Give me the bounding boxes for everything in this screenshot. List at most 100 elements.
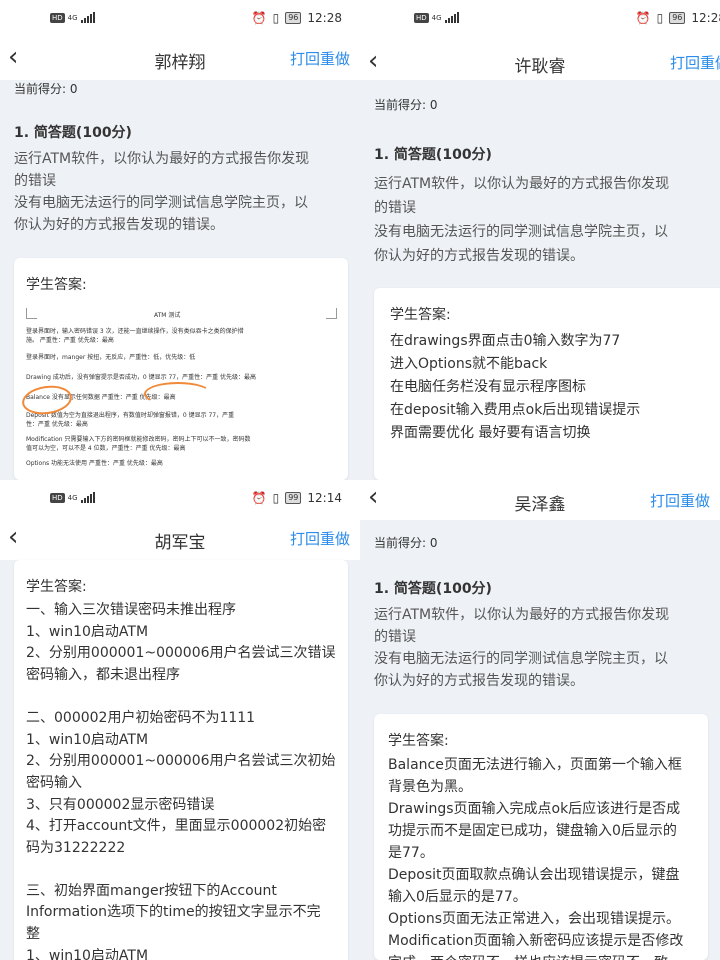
network-type: 4G xyxy=(431,13,442,22)
answer-line: 3、只有000002显示密码错误 xyxy=(26,796,215,813)
redo-button[interactable]: 打回重做 xyxy=(290,48,350,69)
current-score: 当前得分: 0 xyxy=(14,82,78,96)
doc-line: 施。 严重性：严重 优先级：最高 xyxy=(26,337,114,344)
answer-line: 是77。 xyxy=(388,845,434,861)
signal-icon xyxy=(444,12,459,23)
alarm-icon: ⏰ xyxy=(635,11,651,25)
answer-line: Deposit页面取款点确认会出现错误提示，键盘 xyxy=(388,867,680,883)
answer-line: 2、分别用000001~000006用户名尝试三次初始 xyxy=(26,753,336,770)
battery-icon: 99 xyxy=(285,492,302,504)
signal-icon xyxy=(80,492,95,503)
answer-card: 学生答案: ATM 测试 登录界面时，输入密码错误 3 次，还能一直继续操作，没… xyxy=(14,258,348,480)
answer-line: 一、输入三次错误密码未推出程序 xyxy=(26,602,236,618)
answer-line: Drawings页面输入完成点ok后应该进行是否成 xyxy=(388,801,681,817)
answer-line: 4、打开account文件，里面显示000002初始密 xyxy=(26,818,327,835)
answer-text: 一、输入三次错误密码未推出程序 1、win10启动ATM 2、分别用000001… xyxy=(26,600,336,960)
answer-line: 1、win10启动ATM xyxy=(26,947,149,960)
answer-card: 学生答案: 在drawings界面点击0输入数字为77 进入Options就不能… xyxy=(374,288,720,480)
answer-line: 界面需要优化 最好要有语言切换 xyxy=(390,425,591,441)
screenshot-panel-3: HD 4G ⏰ ▯ 99 12:14 ‹ 胡军宝 打回重做 学生答案: 一、输入… xyxy=(0,480,360,960)
hd-icon: HD xyxy=(50,492,65,503)
answer-line: 2、分别用000001~000006用户名尝试三次错误 xyxy=(26,645,336,662)
answer-line: Information选项下的time的按钮文字显示不完 xyxy=(26,904,321,921)
handwritten-arc xyxy=(144,382,212,406)
doc-title: ATM 测试 xyxy=(154,312,181,319)
doc-line: Deposit 数值为空为直接退出程序，有数值时却弹窗报错，0 键显示 77，严… xyxy=(26,412,235,419)
answer-text: Balance页面无法进行输入，页面第一个输入框 背景色为黑。 Drawings… xyxy=(388,754,683,960)
answer-line: 三、初始界面manger按钮下的Account xyxy=(26,882,277,899)
doc-line: 值可以为空，可以不是 4 位数，严重性：严重 优先级：最高 xyxy=(26,445,186,452)
question-text: 运行ATM软件，以你认为最好的方式报告你发现 的错误 没有电脑无法运行的同学测试… xyxy=(374,176,670,264)
vibrate-icon: ▯ xyxy=(656,11,664,25)
answer-line: 进入Options就不能back xyxy=(390,356,548,372)
status-bar: HD 4G ⏰ ▯ 96 12:28 xyxy=(0,0,360,38)
corner-mark xyxy=(326,308,337,319)
vibrate-icon: ▯ xyxy=(272,491,280,505)
answer-line: Modification页面输入新密码应该提示是否修改 xyxy=(388,933,684,949)
alarm-icon: ⏰ xyxy=(251,11,267,25)
question-title: 1. 简答题(100分) xyxy=(14,125,132,141)
battery-icon: 96 xyxy=(285,12,302,24)
network-type: 4G xyxy=(67,493,78,502)
status-bar: HD 4G ⏰ ▯ 96 12:28 xyxy=(360,0,720,38)
question-title: 1. 简答题(100分) xyxy=(374,581,492,597)
status-bar: HD 4G ⏰ ▯ 99 12:14 xyxy=(0,480,360,518)
answer-line: 1、win10启动ATM xyxy=(26,731,149,748)
nav-bar: ‹ 吴泽鑫 打回重做 xyxy=(360,480,720,520)
answer-line: Options页面无法正常进入，会出现错误提示。 xyxy=(388,911,681,927)
answer-line: 密码输入，都未退出程序 xyxy=(26,667,180,684)
screenshot-panel-2: HD 4G ⏰ ▯ 96 12:28 ‹ 许耿睿 打回重做 当前得分: 0 1.… xyxy=(360,0,720,480)
network-type: 4G xyxy=(67,13,78,22)
answer-line: 密码输入 xyxy=(26,774,82,791)
answer-line: 背景色为黑。 xyxy=(388,779,472,795)
answer-line: 输入0后显示的是77。 xyxy=(388,889,527,905)
answer-line: Balance页面无法进行输入，页面第一个输入框 xyxy=(388,757,682,773)
nav-bar: ‹ 胡军宝 打回重做 xyxy=(0,518,360,560)
answer-text: 在drawings界面点击0输入数字为77 进入Options就不能back 在… xyxy=(390,330,640,445)
answer-line: 整 xyxy=(26,926,40,943)
redo-button[interactable]: 打回重做 xyxy=(650,490,710,511)
current-score: 当前得分: 0 xyxy=(374,98,438,112)
answer-card: 学生答案: 一、输入三次错误密码未推出程序 1、win10启动ATM 2、分别用… xyxy=(14,560,348,960)
answer-label: 学生答案: xyxy=(26,579,87,595)
current-score: 当前得分: 0 xyxy=(374,536,438,550)
clock: 12:28 xyxy=(307,11,342,25)
vibrate-icon: ▯ xyxy=(272,11,280,25)
redo-button[interactable]: 打回重做 xyxy=(290,528,350,549)
doc-line: Drawing 成功后，没有弹窗提示是否成功，0 键显示 77，严重性：严重 优… xyxy=(26,374,257,381)
screenshot-panel-4: ‹ 吴泽鑫 打回重做 当前得分: 0 1. 简答题(100分) 运行ATM软件，… xyxy=(360,480,720,960)
answer-label: 学生答案: xyxy=(26,277,87,293)
alarm-icon: ⏰ xyxy=(251,491,267,505)
hd-icon: HD xyxy=(50,12,65,23)
signal-icon xyxy=(80,12,95,23)
nav-bar: ‹ 郭梓翔 打回重做 xyxy=(0,38,360,80)
doc-line: Options 功能无法使用 严重性：严重 优先级：最高 xyxy=(26,460,163,467)
battery-icon: 96 xyxy=(669,12,686,24)
answer-line xyxy=(26,687,336,708)
answer-line: 完成，两个密码不一样也应该提示密码不一致 xyxy=(388,952,683,960)
answer-line: 功提示而不是固定已成功，键盘输入0后显示的 xyxy=(388,823,677,839)
doc-line: 登录界面时，manger 按扭，无反应，严重性：低，优先级：低 xyxy=(26,354,196,361)
answer-line xyxy=(26,860,336,881)
corner-mark xyxy=(26,308,37,319)
doc-line: Modification 只需要输入下方的密码框就能修改密码，密码上下可以不一致… xyxy=(26,436,251,443)
answer-line: 在drawings界面点击0输入数字为77 xyxy=(390,333,621,349)
answer-line: 码为31222222 xyxy=(26,840,126,857)
clock: 12:28 xyxy=(691,11,720,25)
answer-label: 学生答案: xyxy=(390,307,451,323)
screenshot-panel-1: HD 4G ⏰ ▯ 96 12:28 ‹ 郭梓翔 打回重做 当前得分: 0 1.… xyxy=(0,0,360,480)
question-text: 运行ATM软件，以你认为最好的方式报告你发现 的错误 没有电脑无法运行的同学测试… xyxy=(14,151,310,233)
answer-line: 在电脑任务栏没有显示程序图标 xyxy=(390,379,586,395)
redo-button[interactable]: 打回重做 xyxy=(670,52,720,73)
answer-line: 在deposit输入费用点ok后出现错误提示 xyxy=(390,402,641,418)
answer-line: 二、000002用户初始密码不为1111 xyxy=(26,709,256,726)
answer-label: 学生答案: xyxy=(388,733,449,749)
clock: 12:14 xyxy=(307,491,342,505)
doc-line: 登录界面时，输入密码错误 3 次，还能一直继续操作，没有类似吞卡之类的保护措 xyxy=(26,328,244,335)
question-text: 运行ATM软件，以你认为最好的方式报告你发现 的错误 没有电脑无法运行的同学测试… xyxy=(374,607,670,689)
nav-bar: ‹ 许耿睿 打回重做 xyxy=(360,38,720,80)
question-title: 1. 简答题(100分) xyxy=(374,147,492,163)
page-title: 许耿睿 xyxy=(514,57,566,77)
answer-line: 1、win10启动ATM xyxy=(26,623,149,640)
hd-icon: HD xyxy=(414,12,429,23)
